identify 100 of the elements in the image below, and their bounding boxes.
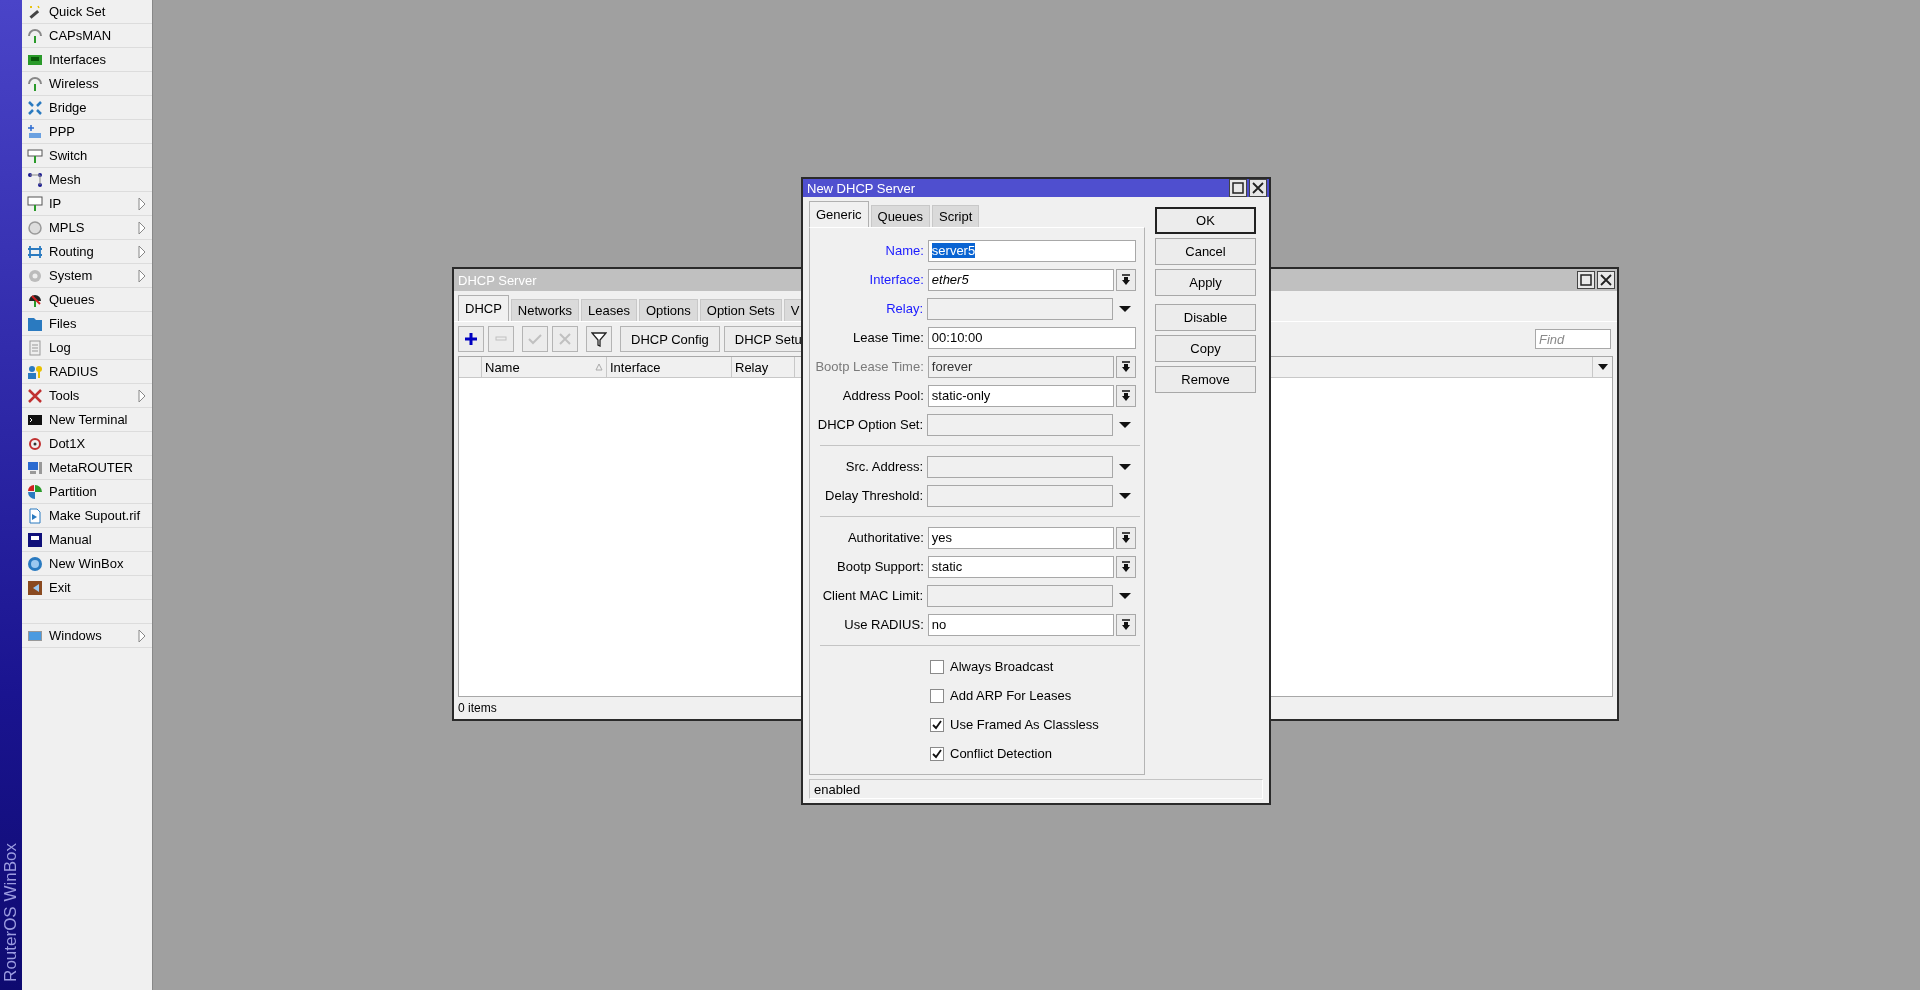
antenna-icon [27, 27, 43, 44]
find-field[interactable]: Find [1535, 329, 1611, 349]
menu-item[interactable]: MetaROUTER [22, 456, 152, 480]
dropdown-button[interactable] [1116, 355, 1136, 378]
close-icon [1252, 182, 1264, 194]
column-header[interactable]: Interface [607, 357, 732, 377]
close-button[interactable] [1249, 179, 1267, 197]
menu-item[interactable]: Queues [22, 288, 152, 312]
menu-item[interactable]: Tools [22, 384, 152, 408]
dropdown-icon [1121, 360, 1132, 373]
checkbox[interactable] [930, 717, 944, 732]
tab[interactable]: Script [932, 205, 980, 227]
menu-item[interactable]: PPP [22, 120, 152, 144]
menu-item[interactable]: Log [22, 336, 152, 360]
window-title: DHCP Server [458, 272, 537, 288]
manual-icon [27, 531, 43, 548]
add-button[interactable] [458, 326, 484, 352]
menu-item[interactable]: RADIUS [22, 360, 152, 384]
dialog-button[interactable]: Cancel [1155, 238, 1256, 265]
menu-item[interactable]: Wireless [22, 72, 152, 96]
dropdown-button[interactable] [1116, 555, 1136, 578]
submenu-arrow-icon [138, 628, 146, 643]
maximize-icon [1232, 182, 1244, 194]
menu-item[interactable]: Routing [22, 240, 152, 264]
input-field[interactable] [927, 584, 1113, 607]
input-field[interactable]: static [927, 555, 1115, 578]
checkbox[interactable] [930, 688, 944, 703]
menu-item[interactable]: IP [22, 192, 152, 216]
menu-item[interactable]: Mesh [22, 168, 152, 192]
input-field[interactable] [927, 413, 1113, 436]
dropdown-button[interactable] [1116, 613, 1136, 636]
close-button[interactable] [1597, 271, 1615, 289]
tab[interactable]: Networks [510, 299, 580, 321]
menu-item[interactable]: New WinBox [22, 552, 152, 576]
menu-item[interactable]: Interfaces [22, 48, 152, 72]
plus-icon [463, 331, 479, 347]
menu-item[interactable]: Exit [22, 576, 152, 600]
input-field[interactable]: static-only [927, 384, 1115, 407]
monitor-icon [27, 459, 43, 476]
tab[interactable]: Leases [581, 299, 637, 321]
menu-item[interactable]: New Terminal [22, 408, 152, 432]
submenu-arrow-icon [138, 388, 146, 403]
dialog-button[interactable]: Copy [1155, 335, 1256, 362]
menu-item[interactable]: Bridge [22, 96, 152, 120]
dropdown-button[interactable] [1116, 526, 1136, 549]
window-title: New DHCP Server [807, 180, 916, 196]
field-label: Bootp Lease Time: [814, 359, 925, 374]
cross-icon [557, 331, 573, 347]
menu-item[interactable]: Quick Set [22, 0, 152, 24]
caret-icon [1118, 491, 1133, 500]
tab[interactable]: Generic [809, 201, 869, 227]
menu-item[interactable]: System [22, 264, 152, 288]
tab[interactable]: Option Sets [699, 299, 782, 321]
field-label: Bootp Support: [836, 559, 925, 574]
input-field[interactable]: server5 [927, 239, 1136, 262]
menu-item[interactable]: Partition [22, 480, 152, 504]
maximize-icon [1580, 274, 1592, 286]
menu-item[interactable]: Files [22, 312, 152, 336]
checkbox[interactable] [930, 746, 944, 761]
tab[interactable]: Options [638, 299, 698, 321]
menu-item[interactable]: MPLS [22, 216, 152, 240]
input-field[interactable] [927, 297, 1113, 320]
tab[interactable]: Queues [870, 205, 931, 227]
dropdown-button[interactable] [1116, 268, 1136, 291]
dropdown-button[interactable] [1116, 384, 1136, 407]
field-label: Delay Threshold: [824, 488, 925, 503]
field-label: Lease Time: [852, 330, 925, 345]
input-field[interactable] [927, 455, 1113, 478]
menu-item[interactable]: Dot1X [22, 432, 152, 456]
filter-button[interactable] [586, 326, 612, 352]
input-field[interactable] [927, 484, 1113, 507]
menu-item[interactable]: Switch [22, 144, 152, 168]
field-label: Relay: [885, 301, 925, 316]
submenu-arrow-icon [138, 196, 146, 211]
column-header[interactable]: Relay [732, 357, 795, 377]
caret-icon [1118, 420, 1133, 429]
maximize-button[interactable] [1577, 271, 1595, 289]
field-label: Authoritative: [846, 530, 925, 545]
column-header[interactable]: Name [482, 357, 607, 377]
log-icon [27, 339, 43, 356]
menu-item[interactable]: CAPsMAN [22, 24, 152, 48]
input-field[interactable]: yes [927, 526, 1115, 549]
menu-item[interactable]: Windows [22, 624, 152, 648]
dialog-button[interactable]: Apply [1155, 269, 1256, 296]
checkbox[interactable] [930, 659, 944, 674]
item-count: 0 items [458, 701, 497, 715]
input-field[interactable]: no [927, 613, 1115, 636]
input-field[interactable]: ether5 [927, 268, 1115, 291]
wand-icon [27, 3, 43, 20]
maximize-button[interactable] [1229, 179, 1247, 197]
menu-item[interactable]: Make Supout.rif [22, 504, 152, 528]
menu-item[interactable]: Manual [22, 528, 152, 552]
dialog-button[interactable]: Remove [1155, 366, 1256, 393]
filter-icon [591, 331, 607, 347]
dialog-button[interactable]: OK [1155, 207, 1256, 234]
input-field[interactable]: 00:10:00 [927, 326, 1136, 349]
dialog-button[interactable]: Disable [1155, 304, 1256, 331]
tab[interactable]: DHCP [458, 295, 509, 321]
toolbar-button[interactable]: DHCP Config [620, 326, 720, 352]
switch-icon [27, 147, 43, 164]
